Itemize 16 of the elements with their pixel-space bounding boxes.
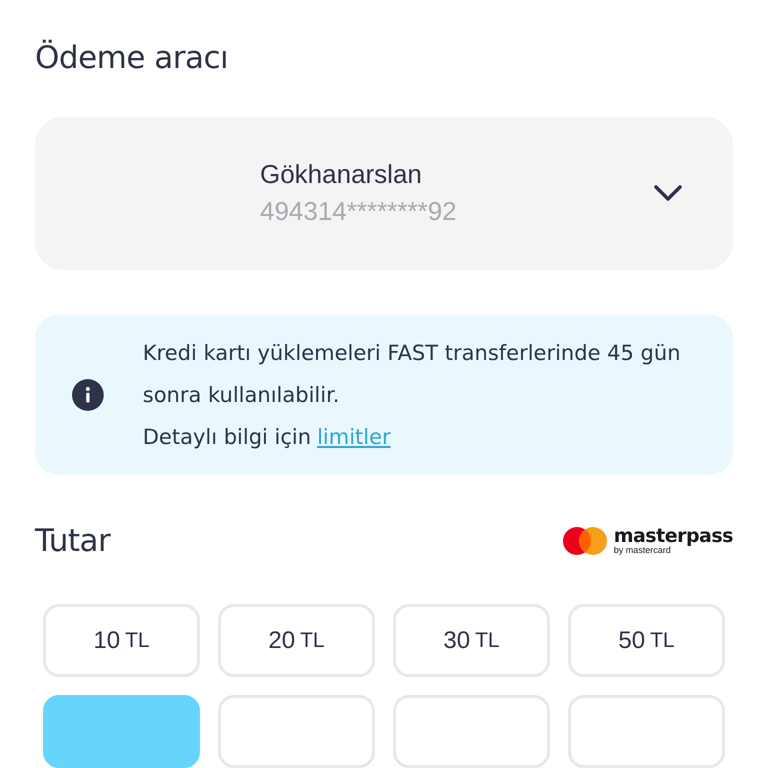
section-title: Tutar <box>35 523 110 559</box>
amount-option[interactable]: 10 TL <box>43 604 200 677</box>
info-text: Kredi kartı yüklemeleri FAST transferlerinde 45 gün sonra kullanılabilir. <box>142 340 682 409</box>
amount-option[interactable]: 30 TL <box>393 604 550 677</box>
card-holder: Gökhanarslan <box>260 159 423 190</box>
overlapping-circles-icon <box>562 526 608 556</box>
amount-option[interactable]: 50 TL <box>568 604 725 677</box>
section-title: Ödeme aracı <box>35 40 230 76</box>
chevron-down-icon <box>653 184 683 202</box>
brand-name: masterpass <box>614 527 733 546</box>
detail-text: Detaylı bilgi için <box>142 424 312 451</box>
brand-tagline: by mastercard <box>614 546 671 555</box>
card-selector[interactable]: Gökhanarslan 494314********92 <box>35 117 733 270</box>
amount-option[interactable] <box>43 695 200 768</box>
card-number: 494314********92 <box>260 196 458 228</box>
amount-option[interactable]: 20 TL <box>218 604 375 677</box>
